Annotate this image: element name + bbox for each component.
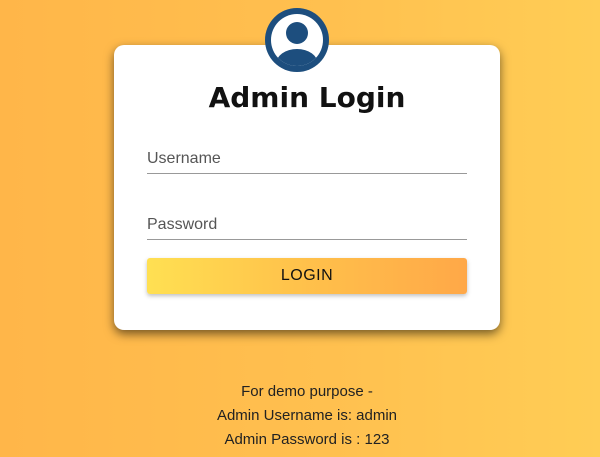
password-input[interactable]: [147, 210, 467, 240]
login-card: Admin Login LOGIN: [114, 45, 500, 330]
demo-info-heading: For demo purpose -: [241, 383, 373, 400]
demo-username-info: Admin Username is: admin: [216, 407, 398, 424]
login-button[interactable]: LOGIN: [147, 258, 467, 294]
demo-password-info: Admin Password is : 123: [224, 431, 390, 448]
page-title: Admin Login: [208, 81, 406, 114]
username-input[interactable]: [147, 144, 467, 174]
user-avatar-icon: [265, 8, 329, 72]
